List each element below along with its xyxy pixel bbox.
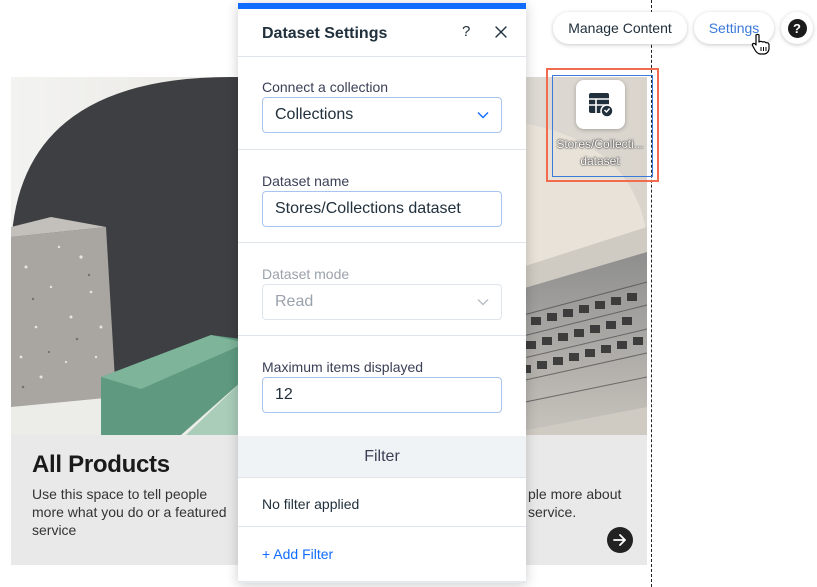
panel-title: Dataset Settings — [262, 25, 388, 42]
collection-dropdown-value: Collections — [275, 106, 354, 123]
arrow-right-icon[interactable] — [607, 527, 633, 553]
dataset-name-input[interactable]: Stores/Collections dataset — [262, 191, 502, 227]
card-title: All Products — [32, 451, 170, 478]
dataset-name-section: Dataset name Stores/Collections dataset — [238, 150, 526, 243]
card-description: Use this space to tell people more what … — [32, 486, 227, 538]
manage-content-button[interactable]: Manage Content — [553, 12, 687, 44]
hand-pointer-icon — [751, 33, 770, 55]
filter-section-header: Filter — [238, 436, 526, 478]
filter-divider — [238, 526, 526, 527]
no-filter-text: No filter applied — [262, 496, 360, 512]
max-items-input[interactable]: 12 — [262, 377, 502, 413]
max-items-label: Maximum items displayed — [262, 359, 424, 375]
panel-header: Dataset Settings ? — [238, 9, 526, 57]
connect-collection-section: Connect a collection Collections — [238, 57, 526, 150]
chevron-down-icon — [477, 112, 489, 119]
dataset-table-icon[interactable] — [576, 80, 625, 129]
dataset-mode-value: Read — [275, 293, 314, 310]
add-filter-button[interactable]: + Add Filter — [262, 546, 333, 562]
dataset-label-line1: Stores/Collecti... — [556, 137, 644, 151]
panel-help-button[interactable]: ? — [462, 23, 470, 40]
dataset-mode-section: Dataset mode Read — [238, 243, 526, 336]
dataset-settings-panel: Dataset Settings ? Connect a collection … — [238, 3, 526, 583]
chevron-down-icon — [477, 299, 489, 306]
card-description-continued: ple more about service. — [528, 486, 622, 520]
help-button[interactable]: ? — [781, 12, 813, 44]
dataset-label-line2: dataset — [580, 154, 620, 168]
max-items-section: Maximum items displayed 12 — [238, 336, 526, 436]
dataset-mode-dropdown[interactable]: Read — [262, 284, 502, 320]
dataset-element-label: Stores/Collecti... dataset — [549, 136, 651, 170]
close-icon[interactable] — [494, 25, 508, 39]
panel-scroll-footer — [238, 581, 526, 583]
collection-dropdown[interactable]: Collections — [262, 97, 502, 133]
dataset-name-label: Dataset name — [262, 173, 350, 189]
help-icon: ? — [787, 18, 807, 38]
dataset-name-value: Stores/Collections dataset — [275, 200, 461, 217]
connect-collection-label: Connect a collection — [262, 79, 389, 95]
dataset-mode-label: Dataset mode — [262, 266, 350, 282]
max-items-value: 12 — [275, 386, 293, 403]
